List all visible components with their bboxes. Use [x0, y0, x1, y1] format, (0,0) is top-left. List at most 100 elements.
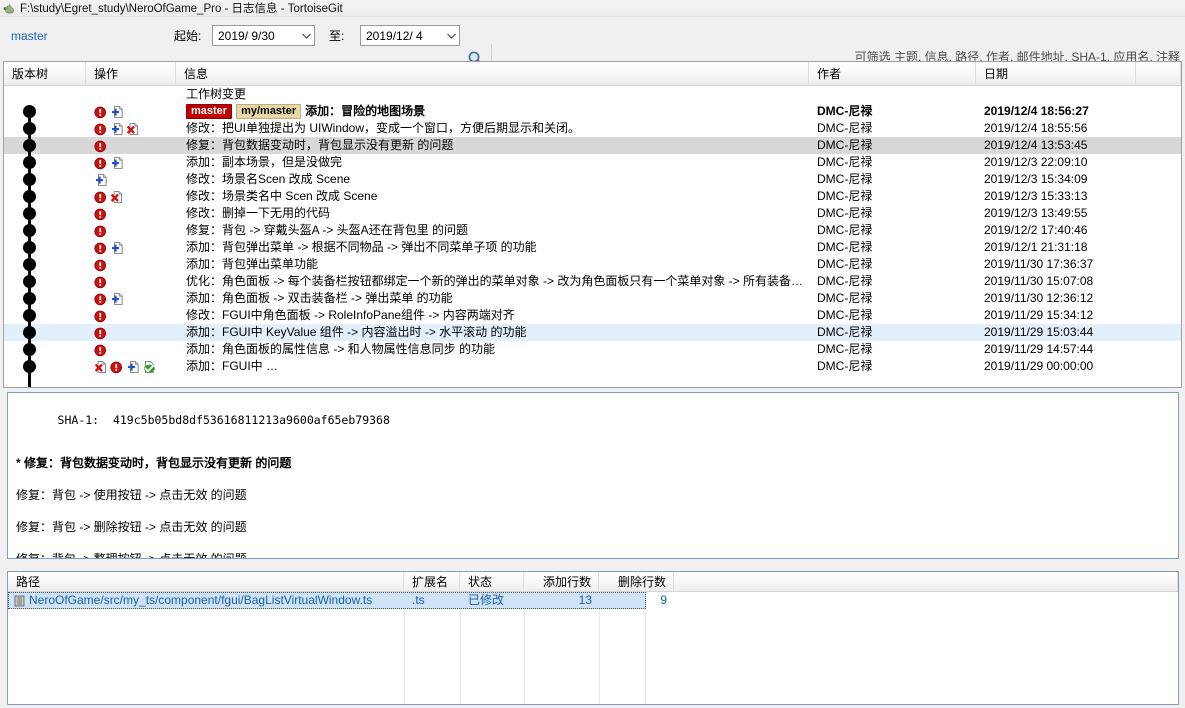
commit-author-cell: DMC-尼禄	[817, 342, 873, 356]
commit-row[interactable]: 添加：角色面板的属性信息 -> 和人物属性信息同步 的功能 DMC-尼禄 2019/…	[4, 341, 1181, 358]
file-list-body[interactable]: NeroOfGame/src/my_ts/component/fgui/BagL…	[8, 592, 1178, 609]
commit-graph-cell	[4, 154, 86, 171]
column-header-author[interactable]: 作者	[809, 62, 976, 85]
commit-row[interactable]: 修改：场景类名中 Scen 改成 Scene DMC-尼禄 2019/12/3 15…	[4, 188, 1181, 205]
modified-icon	[94, 190, 108, 204]
to-date-label: 至:	[329, 29, 345, 43]
commit-row[interactable]: 修改：删掉一下无用的代码 DMC-尼禄 2019/12/3 13:49:55	[4, 205, 1181, 222]
tortoisegit-log-window: F:\study\Egret_study\NeroOfGame_Pro - 日志…	[0, 0, 1185, 708]
commit-actions-cell	[86, 103, 176, 120]
commit-graph-cell	[4, 307, 86, 324]
commit-author-cell: DMC-尼禄	[817, 291, 873, 305]
commit-row[interactable]: 修改：FGUI中角色面板 -> RoleInfoPane组件 -> 内容两端对齐…	[4, 307, 1181, 324]
commit-row[interactable]: 添加：FGUI中 KeyValue 组件 -> 内容溢出时 -> 水平滚动 的功…	[4, 324, 1181, 341]
commit-row[interactable]: master my/master 添加：冒险的地图场景 DMC-尼禄 2019/12/4…	[4, 103, 1181, 120]
modified-icon	[94, 139, 108, 153]
modified-icon	[94, 309, 108, 323]
commit-graph-cell	[4, 273, 86, 290]
commit-date-cell: 2019/12/1 21:31:18	[984, 240, 1088, 254]
commit-row[interactable]: 添加：FGUI中 … DMC-尼禄 2019/11/29 00:00:00	[4, 358, 1181, 375]
commit-date-cell: 2019/11/29 00:00:00	[984, 359, 1094, 373]
commit-list-header: 版本树 操作 信息 作者 日期	[4, 62, 1181, 86]
column-header-extension[interactable]: 扩展名	[404, 572, 460, 591]
modified-icon	[94, 275, 108, 289]
current-branch-link[interactable]: master	[11, 29, 48, 43]
chevron-down-icon[interactable]	[444, 26, 459, 45]
commit-message-text: 修改：把UI单独提出为 UIWindow，变成一个窗口，方便后期显示和关闭。	[186, 121, 581, 135]
window-title-text: F:\study\Egret_study\NeroOfGame_Pro - 日志…	[20, 3, 343, 15]
ref-label-local[interactable]: master	[186, 104, 233, 119]
commit-author-cell: DMC-尼禄	[817, 206, 873, 220]
commit-row[interactable]: 添加：副本场景，但是没做完 DMC-尼禄 2019/12/3 22:09:10	[4, 154, 1181, 171]
sha1-label: SHA-1:	[57, 413, 100, 427]
commit-message-cell: 优化：角色面板 -> 每个装备栏按钮都绑定一个新的弹出的菜单对象 -> 改为角色…	[176, 273, 809, 290]
commit-row[interactable]: 添加：背包弹出菜单功能 DMC-尼禄 2019/11/30 17:36:37	[4, 256, 1181, 273]
column-header-lines-added[interactable]: 添加行数	[524, 572, 599, 591]
commit-author-cell: DMC-尼禄	[817, 155, 873, 169]
commit-graph-cell	[4, 120, 86, 137]
column-header-actions[interactable]: 操作	[86, 62, 176, 85]
commit-row[interactable]: 优化：角色面板 -> 每个装备栏按钮都绑定一个新的弹出的菜单对象 -> 改为角色…	[4, 273, 1181, 290]
column-header-message[interactable]: 信息	[176, 62, 809, 85]
added-icon	[110, 122, 124, 136]
commit-actions-cell	[86, 205, 176, 222]
commit-date-cell: 2019/11/30 17:36:37	[984, 257, 1094, 271]
commit-row[interactable]: 添加：背包弹出菜单 -> 根据不同物品 -> 弹出不同菜单子项 的功能 DMC-尼…	[4, 239, 1181, 256]
added-icon	[110, 156, 124, 170]
modified-icon	[94, 156, 108, 170]
commit-row[interactable]: 添加：角色面板 -> 双击装备栏 -> 弹出菜单 的功能 DMC-尼禄 2019/1…	[4, 290, 1181, 307]
commit-row[interactable]: 修复：背包 -> 穿戴头盔A -> 头盔A还在背包里 的问题 DMC-尼禄 2019…	[4, 222, 1181, 239]
commit-message-cell: 修改：场景类名中 Scen 改成 Scene	[176, 188, 809, 205]
commit-message-cell: 修改：删掉一下无用的代码	[176, 205, 809, 222]
column-header-lines-removed[interactable]: 删除行数	[599, 572, 674, 591]
to-date-picker[interactable]: 2019/12/ 4	[360, 25, 460, 46]
commit-date-cell: 2019/11/30 15:07:08	[984, 274, 1094, 288]
commit-body-line: 修复：背包 -> 使用按钮 -> 点击无效 的问题	[16, 488, 247, 502]
commit-graph-cell	[4, 103, 86, 120]
commit-author-cell: DMC-尼禄	[817, 257, 873, 271]
column-header-version-tree[interactable]: 版本树	[4, 62, 86, 85]
added-icon	[110, 105, 124, 119]
column-header-filler	[674, 572, 1178, 591]
commit-message-cell: 添加：角色面板 -> 双击装备栏 -> 弹出菜单 的功能	[176, 290, 809, 307]
chevron-down-icon[interactable]	[299, 26, 314, 45]
commit-row[interactable]: 工作树变更	[4, 86, 1181, 103]
commit-detail-panel[interactable]: SHA-1: 419c5b05bd8df53616811213a9600af65…	[7, 392, 1179, 559]
file-row[interactable]: NeroOfGame/src/my_ts/component/fgui/BagL…	[8, 592, 667, 609]
commit-message-text: 修改：场景类名中 Scen 改成 Scene	[186, 189, 378, 203]
commit-graph-cell	[4, 324, 86, 341]
commit-graph-cell	[4, 341, 86, 358]
commit-message-cell: 添加：背包弹出菜单 -> 根据不同物品 -> 弹出不同菜单子项 的功能	[176, 239, 809, 256]
commit-row[interactable]: 修改：把UI单独提出为 UIWindow，变成一个窗口，方便后期显示和关闭。 DM…	[4, 120, 1181, 137]
renamed-icon	[142, 360, 156, 374]
ref-label-remote[interactable]: my/master	[236, 104, 302, 119]
column-header-path[interactable]: 路径	[8, 572, 404, 591]
deleted-icon	[94, 360, 108, 374]
commit-date-cell: 2019/11/30 12:36:12	[984, 291, 1094, 305]
commit-message-text: 修改：删掉一下无用的代码	[186, 206, 331, 220]
commit-body-line: 修复：背包 -> 删除按钮 -> 点击无效 的问题	[16, 520, 247, 534]
commit-author-cell	[809, 86, 976, 103]
commit-date-cell	[976, 86, 1136, 103]
commit-row[interactable]: 修复：背包数据变动时，背包显示没有更新 的问题 DMC-尼禄 2019/12/4 1…	[4, 137, 1181, 154]
commit-author-cell: DMC-尼禄	[817, 138, 873, 152]
commit-date-cell: 2019/12/4 18:55:56	[984, 121, 1088, 135]
commit-message-cell: 添加：背包弹出菜单功能	[176, 256, 809, 273]
commit-body-line: 修复：背包 -> 整理按钮 -> 点击无效 的问题	[16, 552, 247, 559]
column-header-status[interactable]: 状态	[460, 572, 524, 591]
commit-actions-cell	[86, 290, 176, 307]
commit-list-body[interactable]: 工作树变更 master my/master 添加：冒险的地图场景 DMC-尼禄 2019…	[4, 86, 1181, 387]
commit-row[interactable]: 修改：场景名Scen 改成 Scene DMC-尼禄 2019/12/3 15:34…	[4, 171, 1181, 188]
commit-actions-cell	[86, 137, 176, 154]
commit-graph-cell	[4, 290, 86, 307]
commit-body: 修复：背包 -> 使用按钮 -> 点击无效 的问题 修复：背包 -> 删除按钮 -…	[16, 486, 1170, 559]
commit-actions-cell	[86, 154, 176, 171]
commit-message-text: 添加：背包弹出菜单 -> 根据不同物品 -> 弹出不同菜单子项 的功能	[186, 240, 537, 254]
commit-message-cell: 添加：副本场景，但是没做完	[176, 154, 809, 171]
added-icon	[94, 173, 108, 187]
commit-list-panel: 版本树 操作 信息 作者 日期 工作树变更 master my/master 添加：冒…	[3, 61, 1182, 388]
from-date-picker[interactable]: 2019/ 9/30	[212, 25, 315, 46]
deleted-icon	[126, 122, 140, 136]
column-header-date[interactable]: 日期	[976, 62, 1136, 85]
commit-actions-cell	[86, 307, 176, 324]
